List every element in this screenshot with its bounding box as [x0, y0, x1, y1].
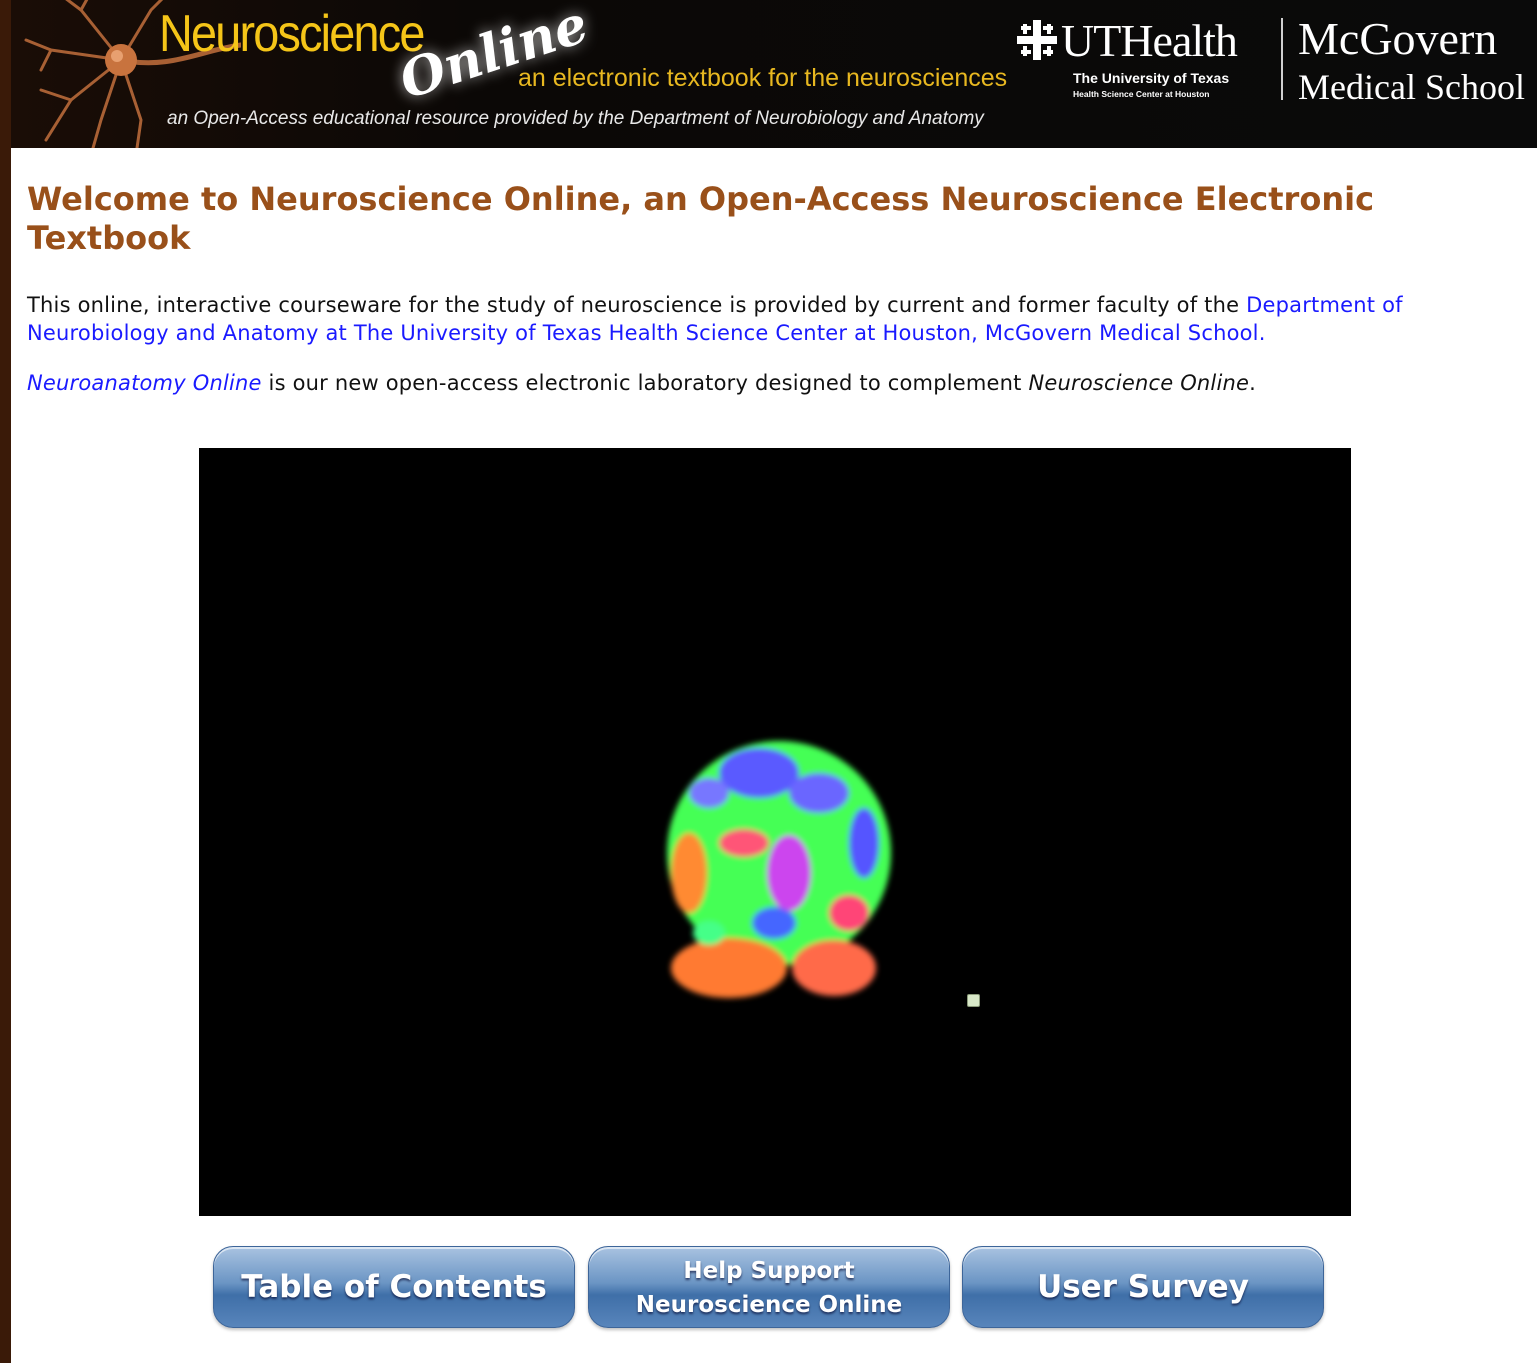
school-name-line2[interactable]: Medical School — [1298, 66, 1525, 108]
site-banner[interactable]: Neuroscience Online an electronic textbo… — [11, 0, 1537, 148]
uthealth-logo[interactable]: UTHealth The University of Texas Health … — [1017, 14, 1267, 104]
user-survey-button[interactable]: User Survey — [962, 1246, 1324, 1328]
ut-subtitle-1: The University of Texas — [1073, 70, 1230, 86]
table-of-contents-button[interactable]: Table of Contents — [213, 1246, 575, 1328]
school-name-line1[interactable]: McGovern — [1298, 12, 1497, 65]
brain-tractography-image — [667, 741, 891, 998]
uthealth-mark-icon — [1017, 20, 1057, 60]
neuroanatomy-text: is our new open-access electronic labora… — [261, 371, 1029, 395]
video-overlay-icon[interactable] — [967, 994, 980, 1007]
page: Neuroscience Online an electronic textbo… — [11, 0, 1537, 1363]
tagline: an electronic textbook for the neuroscie… — [518, 64, 1008, 92]
neuroanatomy-paragraph: Neuroanatomy Online is our new open-acce… — [27, 369, 1517, 397]
uthealth-name: UTHealth — [1061, 15, 1238, 66]
subtagline: an Open-Access educational resource prov… — [167, 108, 984, 129]
logo-divider — [1281, 18, 1283, 100]
brand-word: Neuroscience — [159, 5, 425, 63]
neuroscience-online-italic: Neuroscience Online — [1028, 371, 1250, 395]
neuroanatomy-online-link[interactable]: Neuroanatomy Online — [27, 371, 262, 395]
brain-video-player[interactable] — [199, 448, 1351, 1216]
intro-text: This online, interactive courseware for … — [27, 293, 1247, 317]
intro-paragraph: This online, interactive courseware for … — [27, 291, 1517, 347]
page-title: Welcome to Neuroscience Online, an Open-… — [27, 180, 1375, 257]
period: . — [1249, 371, 1257, 395]
help-support-button[interactable]: Help Support Neuroscience Online — [588, 1246, 950, 1328]
ut-subtitle-2: Health Science Center at Houston — [1073, 89, 1210, 99]
